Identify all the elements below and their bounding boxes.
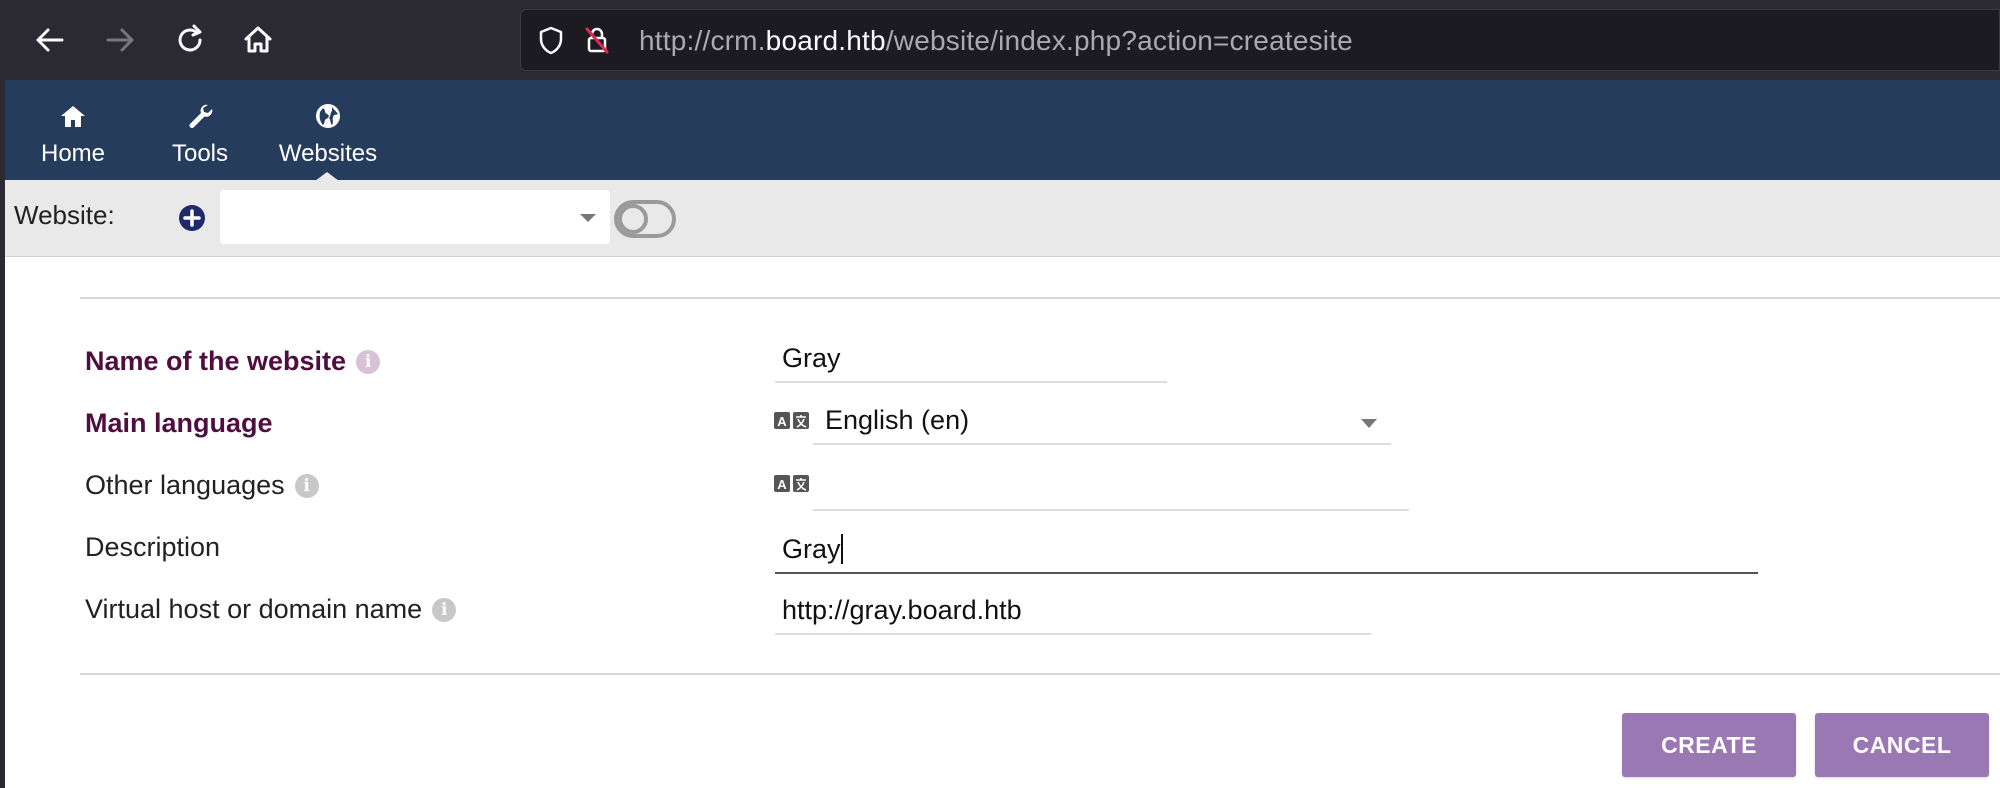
svg-text:A: A: [777, 477, 787, 492]
svg-text:A: A: [777, 414, 787, 429]
menu-item-home[interactable]: Home: [29, 80, 117, 180]
home-button[interactable]: [238, 20, 278, 60]
text-cursor: [840, 534, 843, 564]
url-path: /website/index.php?action=createsite: [885, 25, 1353, 56]
other-languages-input[interactable]: [813, 469, 1409, 511]
website-label: Website:: [14, 200, 115, 230]
url-text[interactable]: http://crm.board.htb/website/index.php?a…: [639, 24, 1353, 58]
virtual-host-value: http://gray.board.htb: [782, 595, 1022, 625]
virtual-host-input[interactable]: http://gray.board.htb: [775, 593, 1371, 635]
globe-icon: [316, 104, 340, 128]
other-languages-label-text: Other languages: [85, 470, 285, 500]
wrench-icon: [189, 104, 213, 128]
description-input[interactable]: Gray: [775, 532, 1758, 574]
language-icon: A: [774, 412, 809, 429]
arrow-left-icon: [36, 28, 64, 52]
website-name-input[interactable]: Gray: [775, 341, 1167, 383]
arrow-right-icon: [106, 28, 134, 52]
main-language-label: Main language: [85, 408, 273, 438]
info-icon[interactable]: [294, 474, 319, 498]
shield-icon[interactable]: [535, 24, 567, 56]
description-value: Gray: [782, 534, 841, 564]
website-name-value: Gray: [782, 343, 841, 373]
url-domain: board.htb: [765, 25, 886, 56]
back-button[interactable]: [30, 20, 70, 60]
info-icon[interactable]: [356, 350, 381, 374]
menu-item-tools[interactable]: Tools: [160, 80, 240, 180]
address-bar[interactable]: http://crm.board.htb/website/index.php?a…: [520, 9, 2000, 71]
browser-toolbar: http://crm.board.htb/website/index.php?a…: [0, 0, 2000, 80]
menu-item-websites[interactable]: Websites: [268, 80, 388, 180]
website-toolbar: Website:: [5, 180, 2000, 257]
forward-button[interactable]: [100, 20, 140, 60]
menu-label-tools: Tools: [171, 140, 229, 167]
toggle-switch[interactable]: [614, 200, 676, 238]
menu-label-websites: Websites: [278, 140, 378, 167]
menu-label-home: Home: [40, 140, 106, 167]
reload-button[interactable]: [170, 20, 210, 60]
form-bottom-divider: [80, 673, 2000, 675]
top-menu: Home Tools Websites: [5, 80, 2000, 181]
website-name-label: Name of the website: [85, 344, 381, 378]
create-button[interactable]: CREATE: [1622, 713, 1796, 777]
reload-icon: [178, 24, 202, 52]
virtual-host-label: Virtual host or domain name: [85, 592, 457, 626]
other-languages-label: Other languages: [85, 468, 319, 502]
house-outline-icon: [244, 26, 272, 53]
main-language-select[interactable]: English (en): [813, 403, 1391, 445]
description-label: Description: [85, 532, 221, 562]
chevron-down-icon: [1361, 419, 1377, 428]
main-language-value: English (en): [825, 405, 970, 435]
website-select[interactable]: [220, 190, 610, 244]
chevron-down-icon: [580, 214, 596, 222]
language-icon: A: [774, 475, 809, 492]
home-icon: [61, 106, 85, 127]
info-icon[interactable]: [432, 598, 457, 622]
cancel-button[interactable]: CANCEL: [1815, 713, 1989, 777]
website-name-label-text: Name of the website: [85, 346, 347, 376]
add-website-icon[interactable]: [178, 204, 206, 232]
url-prefix: http://crm.: [639, 25, 766, 56]
virtual-host-label-text: Virtual host or domain name: [85, 594, 423, 624]
form-top-divider: [80, 297, 2000, 299]
insecure-lock-icon[interactable]: [581, 24, 613, 56]
